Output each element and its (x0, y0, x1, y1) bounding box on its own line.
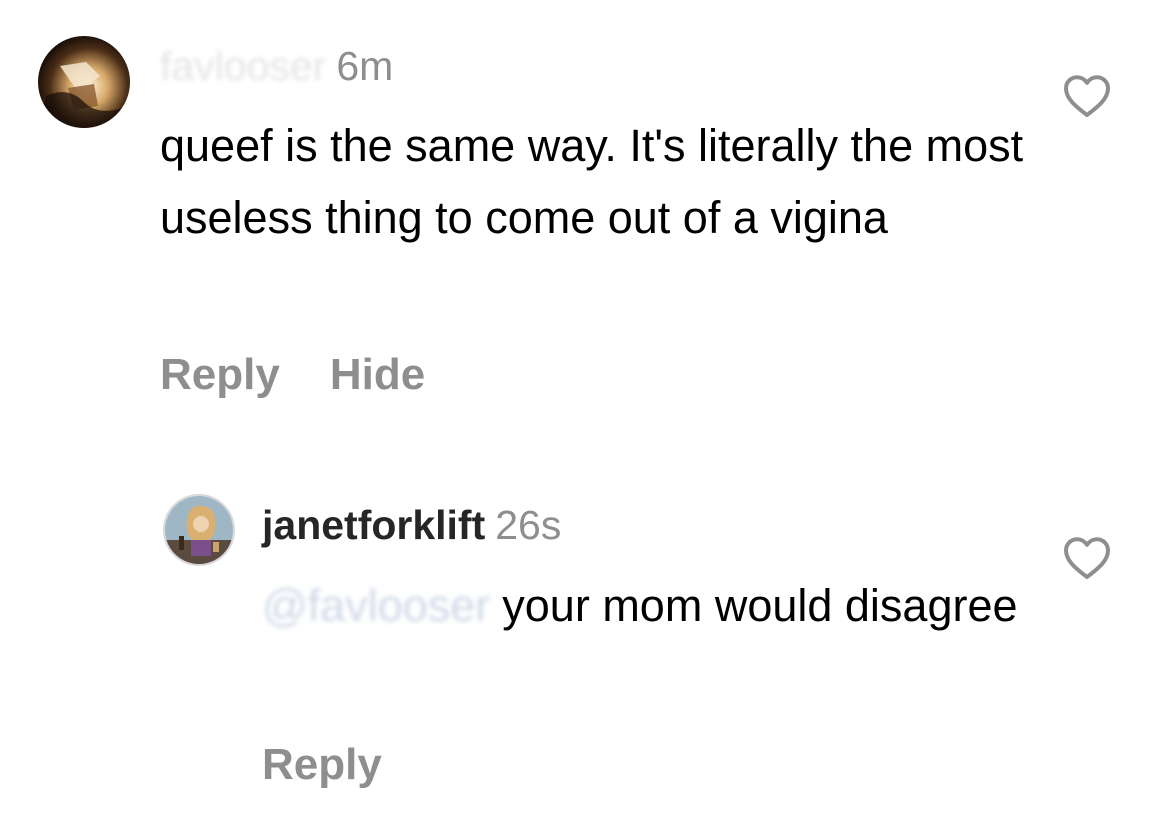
commenter-avatar[interactable] (163, 494, 235, 566)
comment-header: favlooser 6m (160, 42, 393, 90)
heart-outline-icon[interactable] (1062, 74, 1112, 123)
username[interactable]: janetforklift (262, 502, 485, 548)
timestamp: 6m (336, 43, 394, 89)
comment-text: your mom would disagree (502, 580, 1018, 631)
reply-button[interactable]: Reply (160, 350, 280, 399)
commenter-avatar[interactable] (38, 36, 130, 128)
reply-button[interactable]: Reply (262, 740, 382, 789)
comment-header: janetforklift 26s (262, 501, 561, 549)
heart-outline-icon[interactable] (1062, 536, 1112, 585)
comment-actions: Reply (262, 740, 382, 790)
avatar-photo-icon (165, 496, 233, 564)
username[interactable]: favlooser (160, 42, 326, 90)
avatar-photo-icon (38, 36, 130, 128)
comment-body: @favlooser your mom would disagree (262, 570, 1042, 642)
comment-actions: Reply Hide (160, 350, 425, 400)
mention-link[interactable]: @favlooser (262, 570, 490, 642)
comment-body: queef is the same way. It's literally th… (160, 120, 1024, 243)
hide-button[interactable]: Hide (330, 350, 425, 399)
timestamp: 26s (495, 502, 562, 548)
